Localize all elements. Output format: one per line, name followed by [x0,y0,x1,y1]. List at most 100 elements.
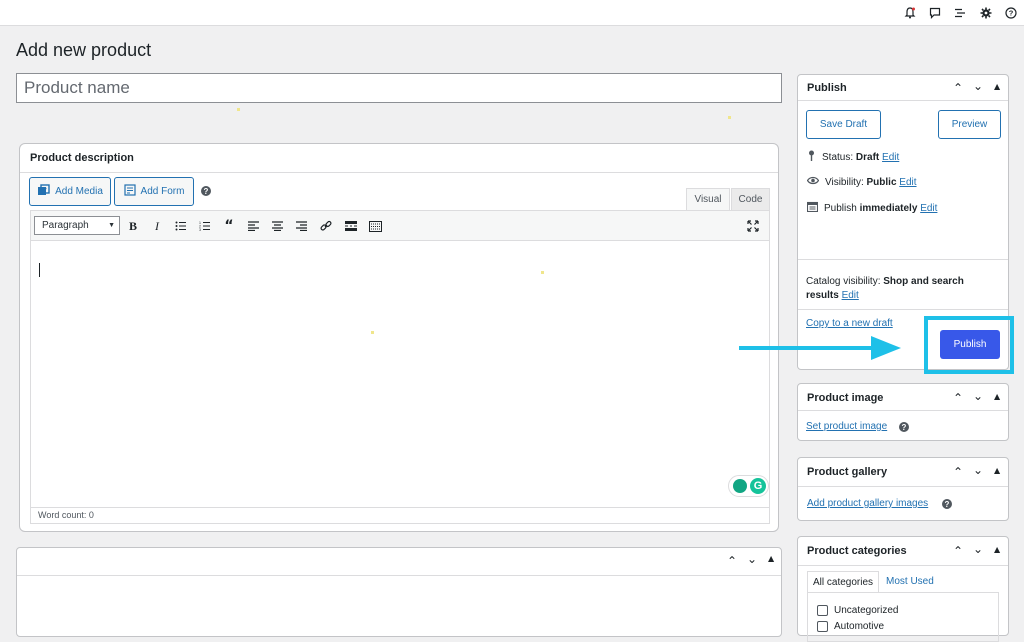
media-icon [37,183,50,200]
category-list: Uncategorized Automotive [807,592,999,642]
bell-icon[interactable] [903,6,917,20]
annotation-arrow-line [739,346,879,350]
chevron-up-icon[interactable]: ⌃ [953,465,963,479]
chevron-down-icon[interactable]: ⌄ [747,552,757,566]
toggle-panel-icon[interactable]: ▲ [994,545,1000,554]
bold-icon[interactable]: B [125,218,141,234]
divider [798,565,1008,566]
page-title: Add new product [16,40,152,60]
chevron-down-icon[interactable]: ⌄ [973,79,983,93]
align-center-icon[interactable] [269,218,285,234]
publish-date-label: Publish [824,202,857,214]
category-label: Automotive [834,621,885,632]
text-caret [39,263,40,277]
edit-status-link[interactable]: Edit [882,152,899,163]
copy-to-draft-link[interactable]: Copy to a new draft [806,318,893,329]
category-item[interactable]: Automotive [817,621,884,632]
calendar-icon [806,201,819,215]
editor[interactable]: Paragraph ▼ B I 123 “ G Word count: 0 [30,210,770,524]
tab-most-used[interactable]: Most Used [886,576,934,587]
chevron-up-icon[interactable]: ⌃ [727,554,737,568]
italic-icon[interactable]: I [149,218,165,234]
read-more-icon[interactable] [343,218,359,234]
add-gallery-images-link[interactable]: Add product gallery images [807,498,928,509]
divider [798,309,1008,310]
product-gallery-title: Product gallery [807,466,888,478]
help-circle-icon[interactable]: ? [1004,6,1018,20]
status-label: Status: [822,151,854,163]
blockquote-icon[interactable]: “ [221,218,237,234]
word-count: Word count: 0 [31,507,769,523]
toggle-panel-icon[interactable]: ▲ [994,82,1000,91]
fullscreen-icon[interactable] [745,218,761,234]
top-toolbar: ? [0,0,1024,26]
publish-box-title: Publish [807,82,847,94]
grammarly-icon: G [750,478,766,494]
chevron-up-icon[interactable]: ⌃ [953,544,963,558]
format-select-value: Paragraph [42,220,89,231]
toggle-panel-icon[interactable]: ▲ [768,554,774,563]
product-gallery-box: Product gallery ⌃ ⌄ ▲ Add product galler… [797,457,1009,521]
product-name-input[interactable] [16,73,782,103]
tab-all-categories[interactable]: All categories [807,571,879,592]
chevron-down-icon: ▼ [108,222,115,229]
toggle-panel-icon[interactable]: ▲ [994,392,1000,401]
pin-icon [807,150,816,164]
catalog-value: Shop and search [883,276,964,287]
set-product-image-link[interactable]: Set product image [806,421,887,432]
divider [798,100,1008,101]
bullet-list-icon[interactable] [173,218,189,234]
help-icon[interactable]: ? [942,499,952,509]
checkbox[interactable] [817,605,828,616]
edit-catalog-link[interactable]: Edit [842,290,859,301]
product-categories-title: Product categories [807,545,907,557]
divider [798,410,1008,411]
category-item[interactable]: Uncategorized [817,605,898,616]
chevron-up-icon[interactable]: ⌃ [953,391,963,405]
align-left-icon[interactable] [245,218,261,234]
product-data-panel: ⌃ ⌄ ▲ [16,547,782,637]
preview-button[interactable]: Preview [938,110,1001,139]
editor-toolbar: Paragraph ▼ B I 123 “ [31,211,769,241]
add-form-label: Add Form [140,186,185,197]
numbered-list-icon[interactable]: 123 [197,218,213,234]
chevron-up-icon[interactable]: ⌃ [953,81,963,95]
visibility-row: Visibility: Public Edit [806,176,917,188]
eye-icon [806,176,820,188]
decorative-dot [728,116,731,119]
add-media-label: Add Media [55,186,103,197]
add-media-button[interactable]: Add Media [29,177,111,206]
toggle-panel-icon[interactable]: ▲ [994,466,1000,475]
list-icon[interactable] [953,6,967,20]
visibility-value: Public [866,176,897,188]
catalog-value-2: results [806,290,839,301]
help-icon[interactable]: ? [899,422,909,432]
checkbox[interactable] [817,621,828,632]
add-form-button[interactable]: Add Form [114,177,194,206]
chevron-down-icon[interactable]: ⌄ [973,389,983,403]
category-label: Uncategorized [834,605,899,616]
tab-code[interactable]: Code [731,188,770,210]
product-description-panel: Product description Add Media Add Form ?… [19,143,779,532]
product-image-title: Product image [807,392,884,404]
align-right-icon[interactable] [293,218,309,234]
lightbulb-icon [733,479,747,493]
edit-visibility-link[interactable]: Edit [899,177,916,188]
format-select[interactable]: Paragraph ▼ [34,216,120,235]
publish-button[interactable]: Publish [940,330,1000,359]
publish-date-value: immediately [859,202,918,214]
gear-icon[interactable] [979,6,993,20]
divider [798,259,1008,260]
comment-icon[interactable] [928,6,942,20]
divider [20,172,778,173]
catalog-visibility: Catalog visibility: Shop and search resu… [806,275,1002,303]
chevron-down-icon[interactable]: ⌄ [973,542,983,556]
save-draft-button[interactable]: Save Draft [806,110,881,139]
edit-publish-date-link[interactable]: Edit [920,203,937,214]
link-icon[interactable] [318,218,334,234]
grammarly-widget[interactable]: G [728,475,769,497]
tab-visual[interactable]: Visual [686,188,730,210]
help-icon[interactable]: ? [201,186,211,196]
chevron-down-icon[interactable]: ⌄ [973,463,983,477]
toolbar-toggle-icon[interactable] [367,218,383,234]
